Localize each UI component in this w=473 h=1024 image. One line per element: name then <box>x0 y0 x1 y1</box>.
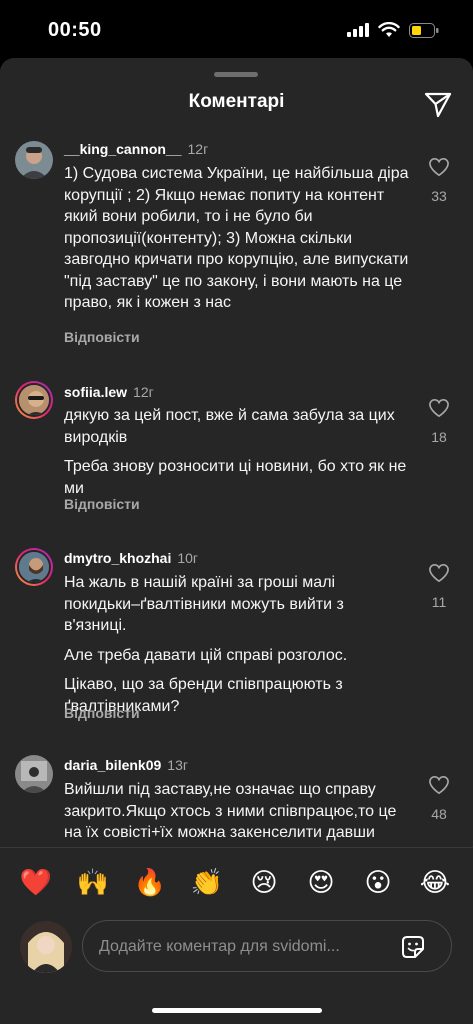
comment-paragraph: Але треба давати цій справі розголос. <box>64 646 348 664</box>
sticker-icon[interactable] <box>399 933 427 961</box>
comment-text: Вийшли під заставу,не означає що справу … <box>64 779 409 849</box>
comment-header: sofiia.lew 12г <box>64 384 154 400</box>
comment-text: 1) Судова система України, це найбільша … <box>64 163 409 322</box>
like-control[interactable]: 48 <box>427 775 451 822</box>
comment-text: дякую за цей пост, вже й сама забула за … <box>64 405 409 507</box>
comment-time: 13г <box>167 757 188 773</box>
heart-icon[interactable] <box>428 775 450 795</box>
reaction-crying[interactable]: 😢 <box>246 864 282 900</box>
comments-sheet: Коментарі __king_cannon__ 12г 1) Судова … <box>0 58 473 1024</box>
status-bar: 00:50 <box>0 0 473 58</box>
comment-time: 10г <box>177 550 199 566</box>
like-count: 33 <box>431 188 447 204</box>
wifi-icon <box>378 22 400 37</box>
status-icons <box>347 22 439 38</box>
comment-paragraph: На жаль в нашій країні за гроші малі пок… <box>64 574 344 634</box>
like-count: 48 <box>431 806 447 822</box>
reaction-fire[interactable]: 🔥 <box>132 864 168 900</box>
reply-button[interactable]: Відповісти <box>64 705 140 721</box>
comment-paragraph: Треба знову розносити ці новини, бо хто … <box>64 458 407 497</box>
comment-item: sofiia.lew 12г дякую за цей пост, вже й … <box>0 381 473 526</box>
heart-icon[interactable] <box>428 563 450 583</box>
quick-reactions: ❤️ 🙌 🔥 👏 😢 😍 😮 😂 <box>0 864 473 904</box>
comment-text: На жаль в нашій країні за гроші малі пок… <box>64 572 409 725</box>
heart-icon[interactable] <box>428 398 450 418</box>
comment-item: __king_cannon__ 12г 1) Судова система Ук… <box>0 136 473 361</box>
comment-list[interactable]: __king_cannon__ 12г 1) Судова система Ук… <box>0 136 473 849</box>
comment-time: 12г <box>133 384 154 400</box>
comment-item: dmytro_khozhai 10г На жаль в нашій країн… <box>0 543 473 733</box>
divider <box>0 847 473 848</box>
comment-header: daria_bilenk09 13г <box>64 757 188 773</box>
like-count: 11 <box>431 594 447 610</box>
battery-icon <box>409 22 439 38</box>
reply-button[interactable]: Відповісти <box>64 329 140 345</box>
avatar[interactable] <box>15 381 53 419</box>
reaction-surprised[interactable]: 😮 <box>360 864 396 900</box>
like-control[interactable]: 18 <box>427 398 451 445</box>
reaction-raising-hands[interactable]: 🙌 <box>75 864 111 900</box>
reaction-heart-eyes[interactable]: 😍 <box>303 864 339 900</box>
avatar[interactable] <box>15 141 53 179</box>
cellular-signal-icon <box>347 23 369 37</box>
reaction-laughing[interactable]: 😂 <box>417 864 453 900</box>
comment-username[interactable]: daria_bilenk09 <box>64 757 161 773</box>
current-user-avatar <box>20 921 72 973</box>
comment-paragraph: 1) Судова система України, це найбільша … <box>64 165 409 311</box>
home-indicator <box>152 1008 322 1013</box>
share-send-icon[interactable] <box>423 89 453 119</box>
reaction-heart[interactable]: ❤️ <box>18 864 54 900</box>
heart-icon[interactable] <box>428 157 450 177</box>
comment-input-wrapper[interactable] <box>82 920 452 972</box>
avatar[interactable] <box>15 548 53 586</box>
avatar[interactable] <box>15 755 53 793</box>
sheet-title: Коментарі <box>188 91 285 112</box>
comment-input[interactable] <box>97 935 371 959</box>
reply-button[interactable]: Відповісти <box>64 496 140 512</box>
comment-time: 12г <box>187 141 209 157</box>
comment-header: __king_cannon__ 12г <box>64 141 208 157</box>
comment-composer <box>0 910 473 982</box>
comment-username[interactable]: dmytro_khozhai <box>64 550 171 566</box>
comment-item: daria_bilenk09 13г Вийшли під заставу,не… <box>0 754 473 849</box>
comment-header: dmytro_khozhai 10г <box>64 550 198 566</box>
like-control[interactable]: 33 <box>427 157 451 204</box>
comment-username[interactable]: sofiia.lew <box>64 384 127 400</box>
reaction-clapping[interactable]: 👏 <box>189 864 225 900</box>
like-control[interactable]: 11 <box>427 563 451 610</box>
comment-username[interactable]: __king_cannon__ <box>64 141 182 157</box>
drag-handle[interactable] <box>214 72 258 77</box>
comment-paragraph: Вийшли під заставу,не означає що справу … <box>64 781 397 849</box>
status-time: 00:50 <box>48 19 102 41</box>
comment-paragraph: дякую за цей пост, вже й сама забула за … <box>64 407 395 446</box>
like-count: 18 <box>431 429 447 445</box>
